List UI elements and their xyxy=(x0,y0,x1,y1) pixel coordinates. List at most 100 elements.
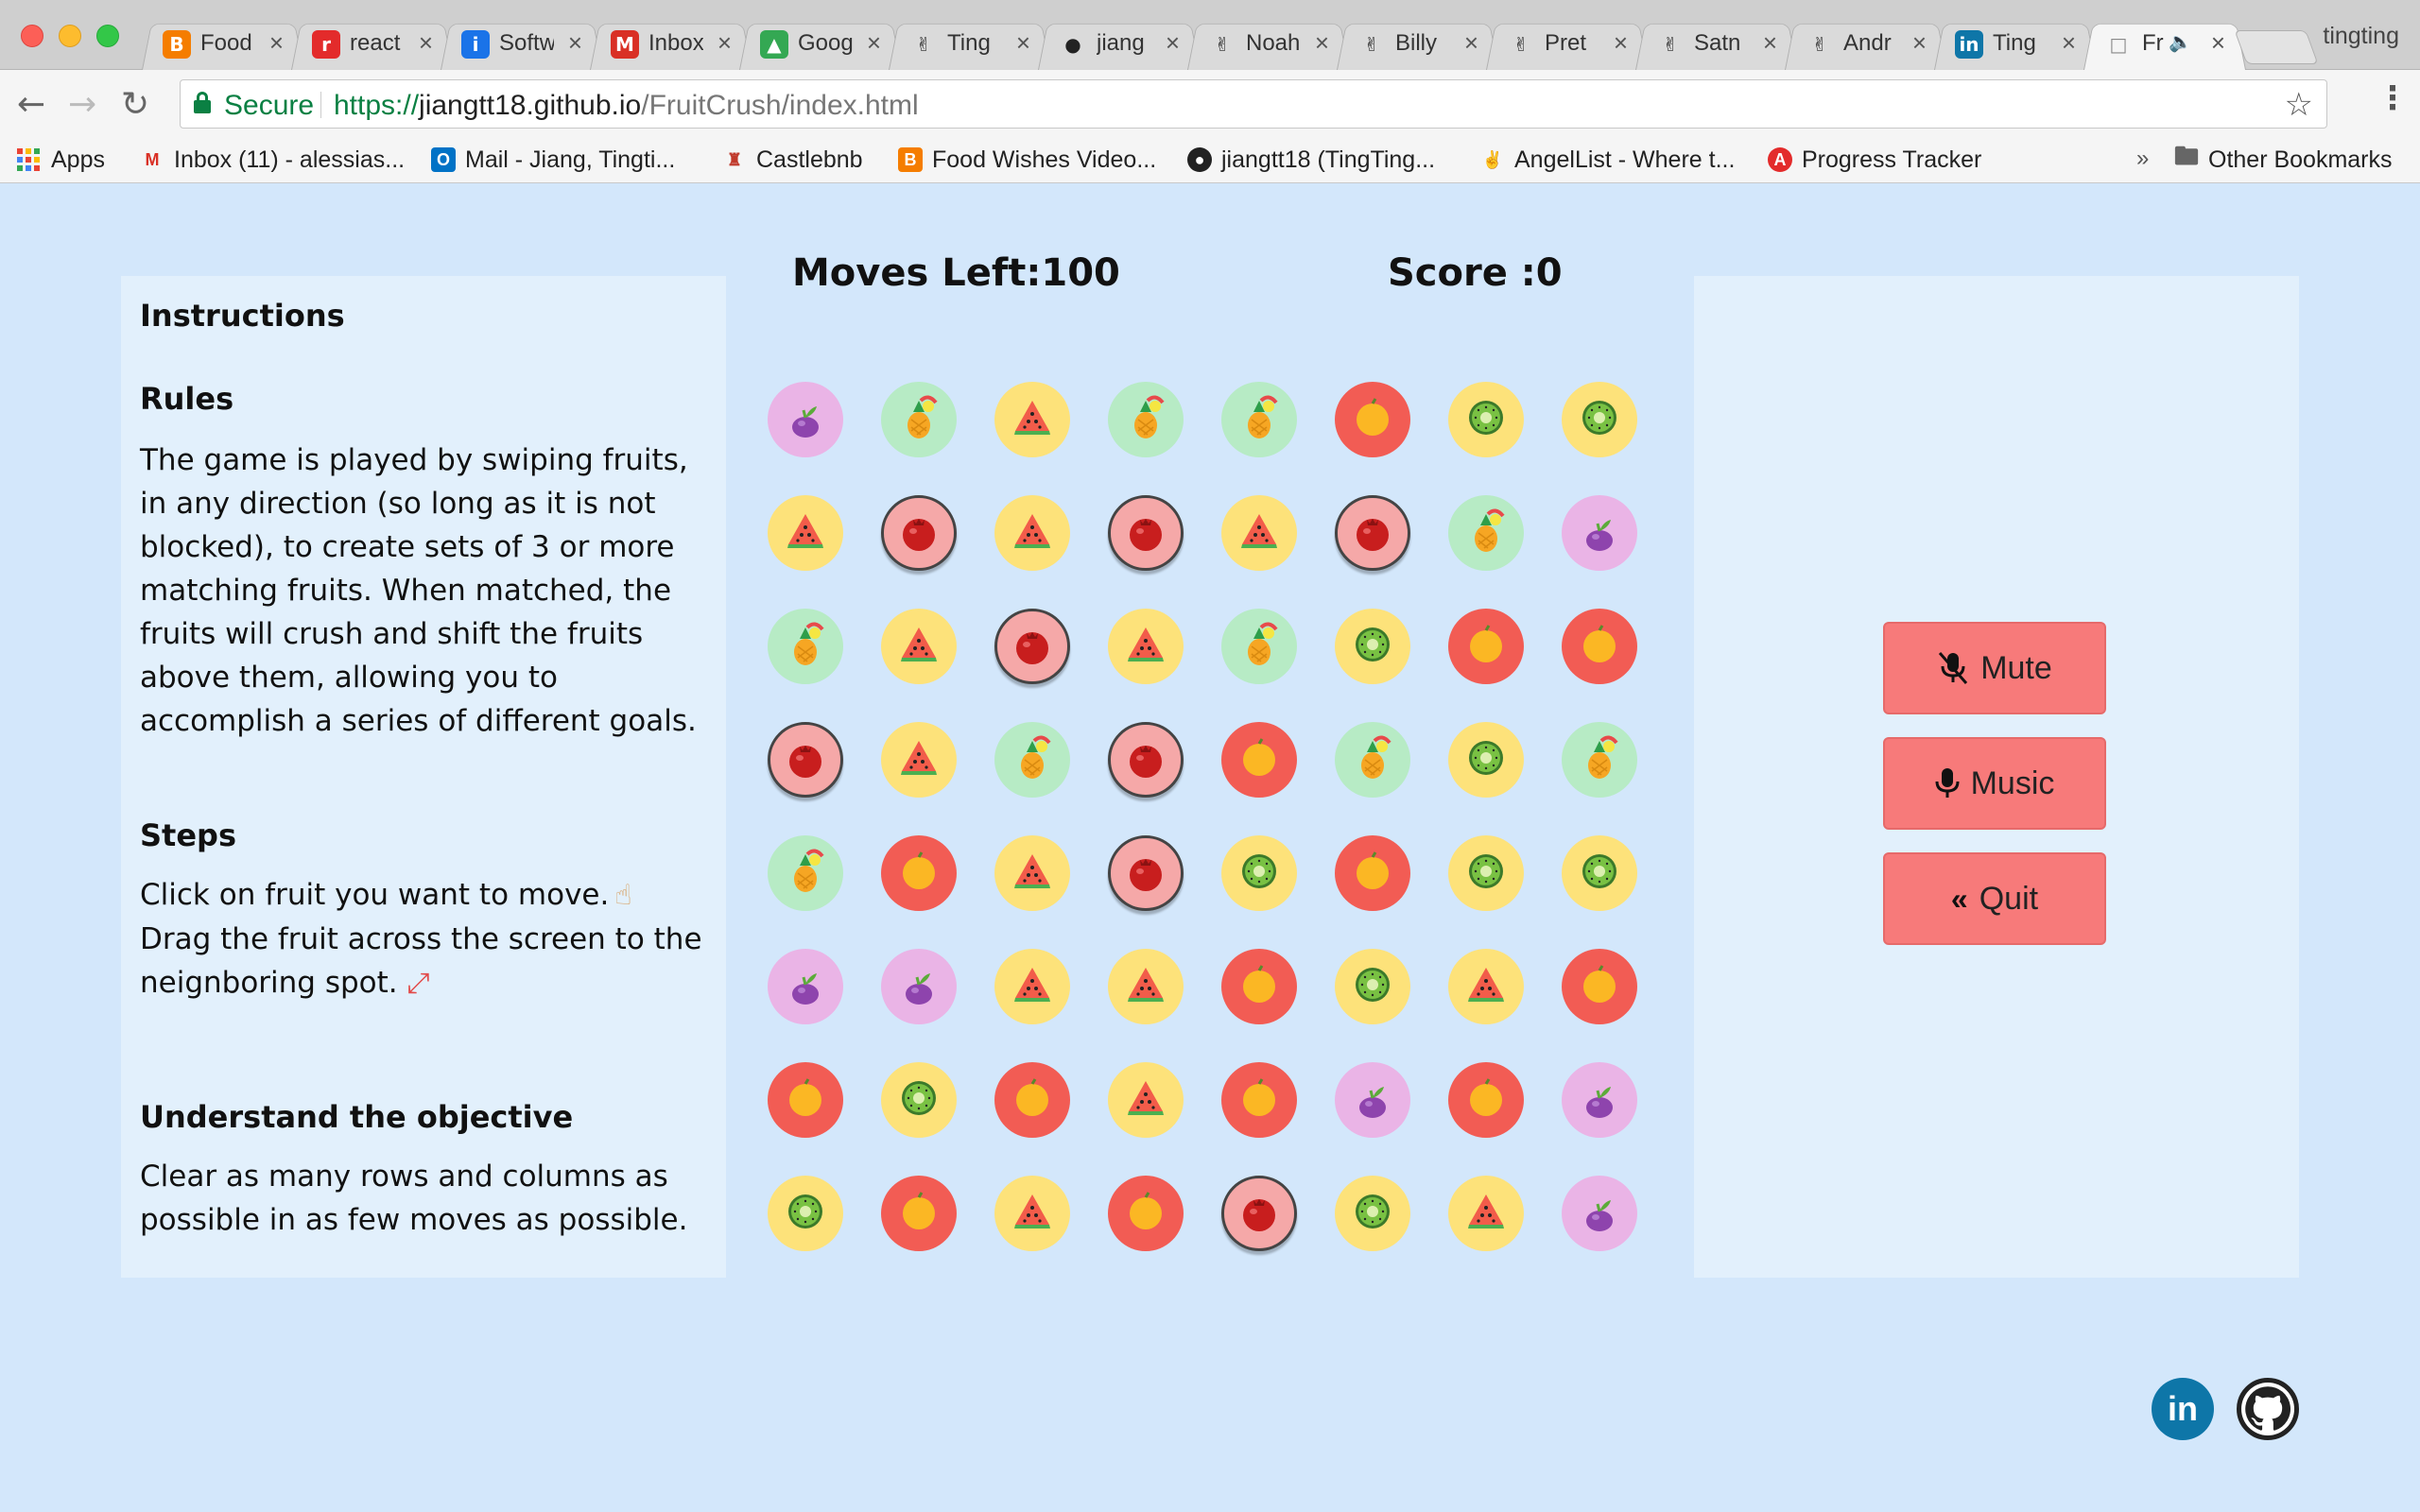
close-tab-icon[interactable]: × xyxy=(1912,28,1927,58)
bookmark-item[interactable]: O Mail - Jiang, Tingti... xyxy=(431,142,675,178)
fruit-tile-watermelon[interactable] xyxy=(879,607,959,686)
browser-tab[interactable]: ✌ Ting × xyxy=(889,17,1051,70)
fruit-tile-watermelon[interactable] xyxy=(993,493,1072,573)
fruit-tile-pineapple[interactable] xyxy=(1219,380,1299,459)
fruit-tile-pomegranate[interactable] xyxy=(1106,833,1185,913)
browser-tab[interactable]: r react × xyxy=(291,17,454,70)
maximize-window-button[interactable] xyxy=(96,25,119,47)
fruit-tile-kiwi[interactable] xyxy=(1333,607,1412,686)
fruit-tile-grape[interactable] xyxy=(879,947,959,1026)
bookmark-item[interactable]: ♜ Castlebnb xyxy=(722,142,863,178)
fruit-tile-watermelon[interactable] xyxy=(1446,1174,1526,1253)
fruit-tile-watermelon[interactable] xyxy=(993,380,1072,459)
fruit-tile-kiwi[interactable] xyxy=(1560,380,1639,459)
url-text[interactable]: https://jiangtt18.github.io/FruitCrush/i… xyxy=(334,90,919,122)
new-tab-button[interactable] xyxy=(2234,30,2319,64)
fruit-tile-pomegranate[interactable] xyxy=(1333,493,1412,573)
browser-tab[interactable]: □ Fr × 🔈 xyxy=(2083,17,2246,70)
fruit-tile-orange[interactable] xyxy=(766,1060,845,1140)
other-bookmarks[interactable]: 🖿 Other Bookmarks xyxy=(2174,142,2393,178)
profile-name[interactable]: tingting xyxy=(2323,23,2399,50)
browser-tab[interactable]: B Food × xyxy=(142,17,304,70)
fruit-tile-kiwi[interactable] xyxy=(1446,720,1526,799)
fruit-tile-orange[interactable] xyxy=(1446,1060,1526,1140)
fruit-tile-watermelon[interactable] xyxy=(879,720,959,799)
game-board[interactable] xyxy=(756,378,1702,1285)
fruit-tile-pomegranate[interactable] xyxy=(766,720,845,799)
fruit-tile-pineapple[interactable] xyxy=(766,833,845,913)
bookmark-item[interactable]: B Food Wishes Video... xyxy=(898,142,1156,178)
fruit-tile-pineapple[interactable] xyxy=(879,380,959,459)
bookmark-item[interactable]: ✌ AngelList - Where t... xyxy=(1480,142,1736,178)
close-tab-icon[interactable]: × xyxy=(419,28,433,58)
fruit-tile-watermelon[interactable] xyxy=(993,1174,1072,1253)
fruit-tile-orange[interactable] xyxy=(1333,833,1412,913)
browser-tab[interactable]: ✌ Pret × xyxy=(1486,17,1649,70)
fruit-tile-watermelon[interactable] xyxy=(993,947,1072,1026)
fruit-tile-pineapple[interactable] xyxy=(1219,607,1299,686)
fruit-tile-watermelon[interactable] xyxy=(1219,493,1299,573)
close-tab-icon[interactable]: × xyxy=(1166,28,1180,58)
bookmark-item[interactable]: M Inbox (11) - alessias... xyxy=(140,142,406,178)
fruit-tile-orange[interactable] xyxy=(1106,1174,1185,1253)
fruit-tile-kiwi[interactable] xyxy=(1560,833,1639,913)
fruit-tile-watermelon[interactable] xyxy=(1106,947,1185,1026)
close-tab-icon[interactable]: × xyxy=(2211,28,2225,58)
bookmark-item[interactable]: Apps xyxy=(17,142,105,178)
bookmark-item[interactable]: ● jiangtt18 (TingTing... xyxy=(1187,142,1435,178)
fruit-tile-kiwi[interactable] xyxy=(1446,833,1526,913)
fruit-tile-pineapple[interactable] xyxy=(1333,720,1412,799)
fruit-tile-grape[interactable] xyxy=(1560,1174,1639,1253)
fruit-tile-grape[interactable] xyxy=(1560,493,1639,573)
browser-tab[interactable]: ✌ Andr × xyxy=(1785,17,1947,70)
reload-icon[interactable]: ↻ xyxy=(121,85,149,124)
close-tab-icon[interactable]: × xyxy=(269,28,284,58)
fruit-tile-grape[interactable] xyxy=(1560,1060,1639,1140)
close-tab-icon[interactable]: × xyxy=(1016,28,1030,58)
quit-button[interactable]: « Quit xyxy=(1883,852,2106,945)
fruit-tile-pineapple[interactable] xyxy=(1560,720,1639,799)
github-link[interactable] xyxy=(2237,1378,2299,1440)
fruit-tile-orange[interactable] xyxy=(1219,947,1299,1026)
minimize-window-button[interactable] xyxy=(59,25,81,47)
close-tab-icon[interactable]: × xyxy=(1315,28,1329,58)
browser-tab[interactable]: ✌ Billy × xyxy=(1337,17,1499,70)
fruit-tile-pomegranate[interactable] xyxy=(1106,720,1185,799)
browser-tab[interactable]: in Ting × xyxy=(1934,17,2097,70)
browser-tab[interactable]: M Inbox × xyxy=(590,17,752,70)
fruit-tile-grape[interactable] xyxy=(1333,1060,1412,1140)
close-tab-icon[interactable]: × xyxy=(1614,28,1628,58)
close-tab-icon[interactable]: × xyxy=(568,28,582,58)
fruit-tile-kiwi[interactable] xyxy=(1333,1174,1412,1253)
fruit-tile-orange[interactable] xyxy=(1560,947,1639,1026)
fruit-tile-kiwi[interactable] xyxy=(766,1174,845,1253)
forward-arrow-icon[interactable]: → xyxy=(68,85,96,124)
browser-tab[interactable]: ✌ Noah × xyxy=(1187,17,1350,70)
fruit-tile-pomegranate[interactable] xyxy=(1106,493,1185,573)
bookmark-item[interactable]: A Progress Tracker xyxy=(1768,142,1981,178)
fruit-tile-kiwi[interactable] xyxy=(1219,833,1299,913)
browser-tab[interactable]: ● jiang × xyxy=(1038,17,1201,70)
fruit-tile-watermelon[interactable] xyxy=(1446,947,1526,1026)
fruit-tile-orange[interactable] xyxy=(879,833,959,913)
fruit-tile-pineapple[interactable] xyxy=(766,607,845,686)
linkedin-link[interactable]: in xyxy=(2152,1378,2214,1440)
browser-tab[interactable]: i Softw × xyxy=(441,17,603,70)
close-tab-icon[interactable]: × xyxy=(1464,28,1478,58)
fruit-tile-pineapple[interactable] xyxy=(1106,380,1185,459)
close-window-button[interactable] xyxy=(21,25,43,47)
fruit-tile-pineapple[interactable] xyxy=(1446,493,1526,573)
fruit-tile-pomegranate[interactable] xyxy=(1219,1174,1299,1253)
fruit-tile-pomegranate[interactable] xyxy=(879,493,959,573)
fruit-tile-orange[interactable] xyxy=(1560,607,1639,686)
fruit-tile-orange[interactable] xyxy=(1446,607,1526,686)
fruit-tile-grape[interactable] xyxy=(766,947,845,1026)
fruit-tile-orange[interactable] xyxy=(1333,380,1412,459)
fruit-tile-kiwi[interactable] xyxy=(1333,947,1412,1026)
fruit-tile-grape[interactable] xyxy=(766,380,845,459)
fruit-tile-watermelon[interactable] xyxy=(1106,607,1185,686)
close-tab-icon[interactable]: × xyxy=(1763,28,1777,58)
back-arrow-icon[interactable]: ← xyxy=(17,85,45,124)
browser-tab[interactable]: ✌ Satn × xyxy=(1635,17,1798,70)
bookmark-star-icon[interactable]: ☆ xyxy=(2285,86,2313,124)
